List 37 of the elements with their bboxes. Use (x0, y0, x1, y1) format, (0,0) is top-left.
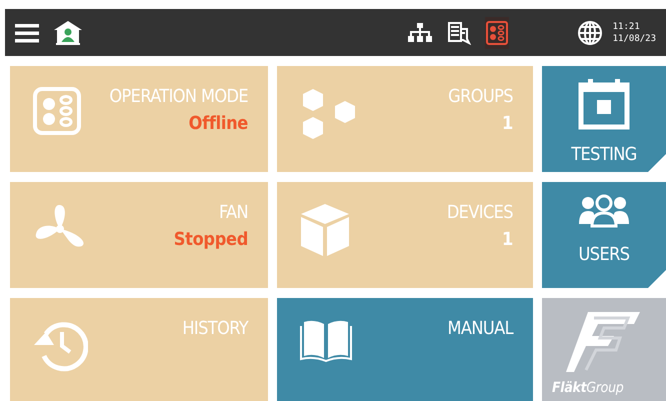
tile-label: USERS (578, 244, 630, 265)
menu-tile[interactable]: USERS (542, 182, 666, 288)
menu-tile[interactable]: FAN Stopped (10, 182, 268, 288)
book-icon (299, 318, 353, 362)
network-icon[interactable] (406, 22, 433, 44)
tile-label: GROUPS (448, 86, 513, 107)
tile-value: 1 (502, 229, 513, 250)
tile-label: DEVICES (446, 202, 513, 223)
control-panel-icon[interactable] (484, 20, 509, 46)
globe-icon[interactable] (576, 20, 603, 46)
menu-tile[interactable]: GROUPS 1 (277, 66, 533, 172)
menu-tile[interactable]: DEVICES 1 (277, 182, 533, 288)
tile-value: Stopped (174, 229, 248, 250)
document-icon[interactable] (446, 20, 471, 44)
home-user-icon[interactable] (53, 20, 83, 46)
cube-icon (299, 202, 351, 258)
control-panel-icon (32, 86, 82, 136)
tile-label: MANUAL (447, 318, 513, 339)
tile-label: FAN (218, 202, 248, 223)
logo-icon (566, 310, 642, 374)
menu-tile[interactable]: MANUAL (277, 298, 533, 401)
clock-date: 11/08/23 (612, 32, 656, 44)
tile-label: OPERATION MODE (109, 86, 248, 107)
menu-tile[interactable]: TESTING (542, 66, 666, 172)
menu-tile[interactable]: OPERATION MODE Offline (10, 66, 268, 172)
menu-icon[interactable] (15, 22, 39, 42)
clock-time: 11:21 (612, 20, 641, 32)
tile-value: Offline (188, 113, 248, 134)
tile-label: HISTORY (182, 318, 248, 339)
tile-value: 1 (502, 113, 513, 134)
users-icon (579, 194, 629, 230)
tile-label: TESTING (571, 144, 637, 165)
calendar-icon (578, 78, 630, 130)
brand-name: FläktGroup (552, 380, 624, 396)
menu-tile[interactable]: HISTORY (10, 298, 268, 401)
corner-mark (648, 154, 666, 172)
corner-mark (648, 270, 666, 288)
